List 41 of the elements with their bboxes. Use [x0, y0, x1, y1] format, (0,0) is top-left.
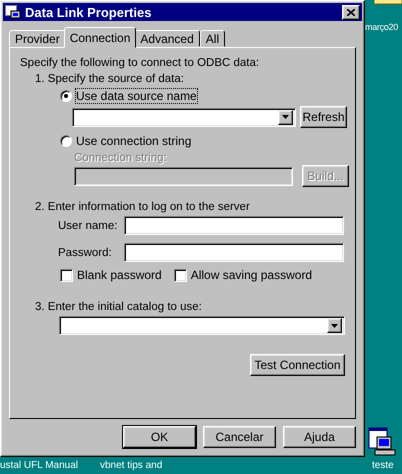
tab[interactable]: Connection [64, 27, 136, 48]
password-field[interactable] [124, 243, 344, 262]
checkbox-label[interactable]: Allow saving password [190, 268, 312, 282]
window-title: Data Link Properties [25, 4, 152, 20]
field-label: Connection string: [74, 152, 167, 164]
field-label: User name: [58, 220, 118, 232]
window-icon [5, 5, 21, 19]
dialog-button[interactable]: Cancelar [203, 426, 276, 448]
refresh-button[interactable]: Refresh [300, 106, 347, 128]
computer-icon[interactable] [368, 427, 398, 457]
checkbox[interactable] [60, 268, 73, 282]
close-icon [347, 8, 355, 16]
dialog-button[interactable]: Ajuda [283, 426, 356, 448]
data-source-dropdown[interactable] [72, 108, 296, 126]
field-label: Password: [58, 246, 113, 258]
instruction-text: Specify the following to connect to ODBC data: [20, 57, 260, 69]
dialog-button[interactable]: OK [123, 426, 196, 448]
tab[interactable]: All [200, 30, 226, 47]
section-heading: 2. Enter information to log on to the server [35, 201, 250, 213]
checkbox[interactable] [174, 268, 187, 282]
radio-button[interactable] [60, 90, 72, 102]
caret-icon [331, 324, 338, 328]
section-heading: 3. Enter the initial catalog to use: [35, 301, 202, 313]
checkbox-label[interactable]: Blank password [77, 268, 162, 282]
desktop-icon-label[interactable]: vbnet tips and [100, 460, 162, 472]
test-connection-button[interactable]: Test Connection [250, 354, 345, 376]
radio-label[interactable]: Use connection string [76, 134, 192, 148]
close-button[interactable] [342, 4, 360, 20]
radio-label[interactable]: Use data source name [76, 89, 197, 103]
desktop-icon-label[interactable]: teste [372, 460, 394, 472]
catalog-dropdown[interactable] [59, 316, 345, 335]
desktop-icon-label[interactable]: ustal UFL Manual [0, 460, 78, 472]
radio-button[interactable] [60, 135, 72, 147]
folder-icon[interactable] [374, 0, 402, 5]
section-heading: 1. Specify the source of data: [35, 73, 184, 85]
tab[interactable]: Advanced [134, 30, 200, 47]
connection-string-field[interactable] [74, 166, 293, 186]
user-name-field[interactable] [124, 216, 344, 235]
tab[interactable]: Provider [9, 30, 66, 47]
desktop-icon-label[interactable]: março20 [365, 21, 398, 33]
caret-icon [282, 115, 289, 119]
